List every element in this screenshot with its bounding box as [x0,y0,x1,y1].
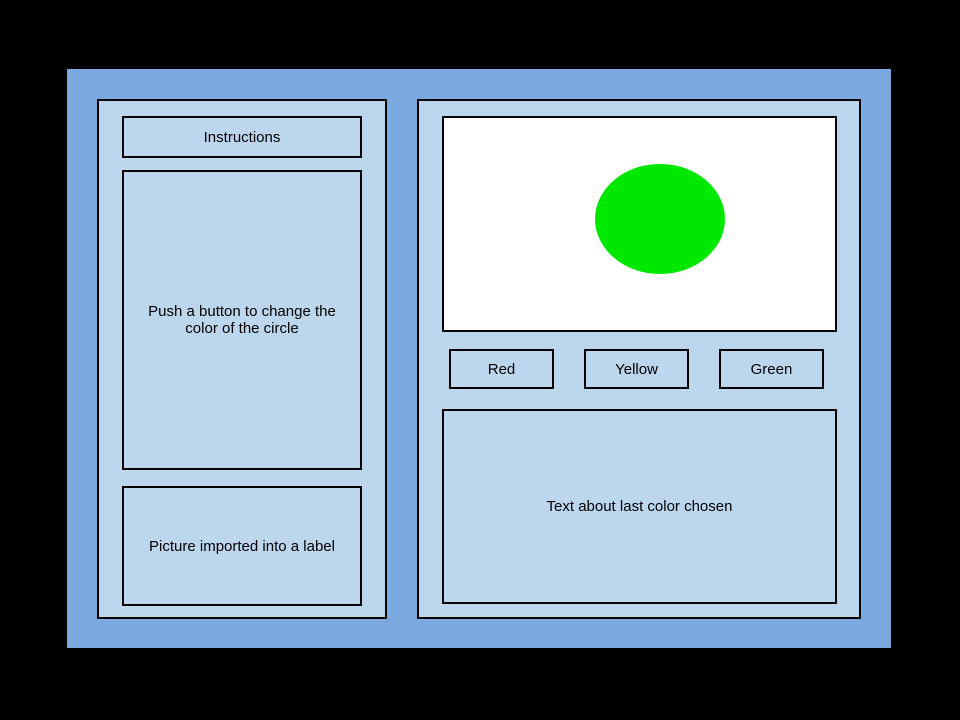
circle-canvas [442,116,837,332]
status-text: Text about last color chosen [442,409,837,604]
instructions-heading: Instructions [122,116,362,158]
instructions-body: Push a button to change the color of the… [122,170,362,470]
color-circle [595,164,725,274]
picture-label: Picture imported into a label [122,486,362,606]
yellow-button[interactable]: Yellow [584,349,689,389]
right-panel: Red Yellow Green Text about last color c… [417,99,861,619]
green-button[interactable]: Green [719,349,824,389]
app-window: Instructions Push a button to change the… [65,67,893,650]
red-button[interactable]: Red [449,349,554,389]
left-panel: Instructions Push a button to change the… [97,99,387,619]
